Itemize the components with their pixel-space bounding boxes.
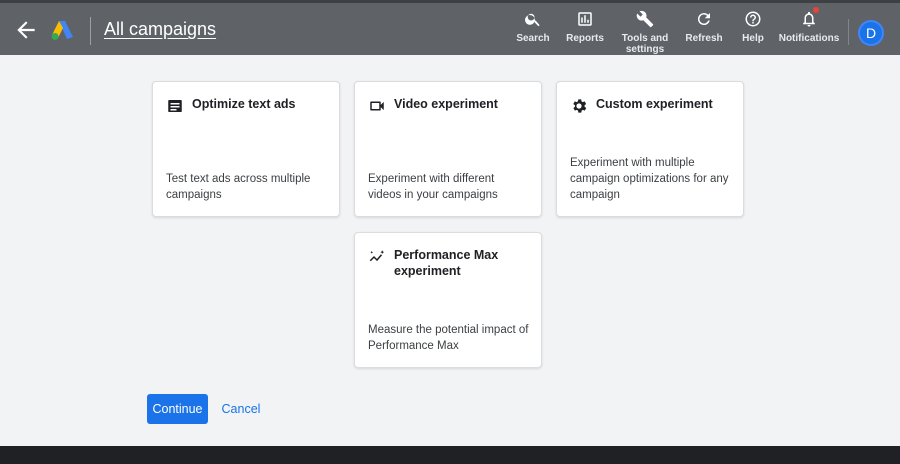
- nav-help-label: Help: [742, 33, 764, 44]
- nav-tools-and-settings[interactable]: Tools and settings: [618, 10, 672, 55]
- notification-dot: [813, 7, 819, 13]
- card-description: Experiment with multiple campaign optimi…: [570, 157, 729, 201]
- nav-search-label: Search: [516, 33, 550, 44]
- card-optimize-text-ads[interactable]: Optimize text ads Test text ads across m…: [152, 81, 340, 217]
- card-performance-max-experiment[interactable]: Performance Max experiment Measure the p…: [354, 232, 542, 368]
- card-title: Video experiment: [394, 97, 498, 111]
- nav-notifications-label: Notifications: [778, 33, 840, 44]
- nav-search[interactable]: Search: [516, 10, 550, 44]
- card-title: Optimize text ads: [192, 97, 296, 111]
- google-ads-logo[interactable]: [50, 19, 74, 41]
- google-ads-logo-icon: [51, 21, 73, 40]
- page-title[interactable]: All campaigns: [104, 19, 216, 40]
- video-camera-icon: [370, 101, 384, 111]
- nav-refresh[interactable]: Refresh: [684, 10, 724, 44]
- nav-reports[interactable]: Reports: [565, 10, 605, 44]
- back-button[interactable]: [13, 17, 39, 43]
- nav-help[interactable]: Help: [738, 10, 768, 44]
- wrench-icon: [636, 10, 654, 28]
- card-header: Custom experiment: [570, 96, 736, 115]
- card-header: Performance Max experiment: [368, 247, 534, 279]
- account-divider: [848, 19, 849, 45]
- card-description: Measure the potential impact of Performa…: [368, 324, 529, 352]
- nav-tools-label: Tools and settings: [621, 33, 669, 55]
- nav-refresh-label: Refresh: [685, 33, 723, 44]
- card-header: Video experiment: [368, 96, 534, 115]
- top-app-bar: All campaigns Search Reports Tools and s…: [0, 0, 900, 55]
- card-title: Performance Max experiment: [394, 248, 499, 278]
- card-title: Custom experiment: [596, 97, 713, 111]
- continue-button[interactable]: Continue: [147, 394, 208, 424]
- cancel-button[interactable]: Cancel: [214, 394, 268, 424]
- card-video-experiment[interactable]: Video experiment Experiment with differe…: [354, 81, 542, 217]
- help-icon: [745, 11, 761, 27]
- card-description: Experiment with different videos in your…: [368, 173, 498, 201]
- search-icon: [525, 13, 540, 27]
- card-header: Optimize text ads: [166, 96, 332, 115]
- reports-icon: [578, 12, 592, 26]
- gear-icon: [573, 99, 587, 113]
- header-divider: [90, 17, 91, 45]
- card-description: Test text ads across multiple campaigns: [166, 173, 311, 201]
- performance-sparkle-icon: [369, 250, 385, 262]
- nav-reports-label: Reports: [566, 33, 604, 44]
- arrow-back-icon: [17, 21, 35, 39]
- text-ads-icon: [168, 100, 182, 112]
- bottom-bar: [0, 446, 900, 464]
- refresh-icon: [697, 13, 710, 26]
- nav-notifications[interactable]: Notifications: [778, 7, 840, 44]
- account-avatar[interactable]: D: [858, 20, 884, 46]
- card-custom-experiment[interactable]: Custom experiment Experiment with multip…: [556, 81, 744, 217]
